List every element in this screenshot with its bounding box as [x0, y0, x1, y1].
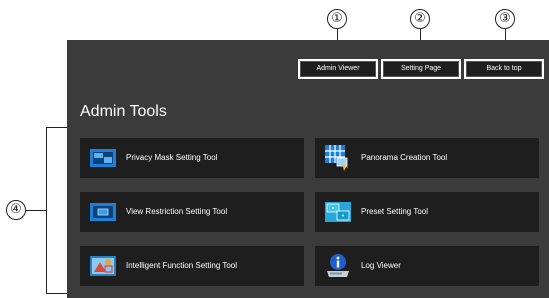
callout-2: ②: [410, 9, 430, 29]
panorama-creation-tool-button[interactable]: Panorama Creation Tool: [315, 138, 539, 178]
privacy-mask-setting-tool-button[interactable]: Privacy Mask Setting Tool: [80, 138, 304, 178]
tool-label: Intelligent Function Setting Tool: [126, 261, 238, 270]
tool-label: Log Viewer: [361, 261, 401, 270]
callout-3: ③: [495, 9, 515, 29]
view-restriction-icon: [90, 203, 116, 221]
intelligent-function-setting-tool-button[interactable]: Intelligent Function Setting Tool: [80, 246, 304, 286]
tool-label: Panorama Creation Tool: [361, 153, 448, 162]
intelligent-function-icon: [90, 256, 116, 276]
setting-page-button[interactable]: Setting Page: [381, 59, 461, 79]
preset-setting-tool-button[interactable]: Preset Setting Tool: [315, 192, 539, 232]
back-to-top-button[interactable]: Back to top: [464, 59, 544, 79]
admin-viewer-button[interactable]: Admin Viewer: [298, 59, 378, 79]
panorama-grid-icon: [325, 145, 349, 171]
log-viewer-icon: [327, 254, 349, 277]
privacy-mask-icon: [90, 149, 116, 167]
tool-label: View Restriction Setting Tool: [126, 207, 228, 216]
callout-1: ①: [327, 9, 347, 29]
page-title: Admin Tools: [80, 103, 167, 120]
callout-4: ④: [6, 200, 26, 220]
bracket-vertical: [46, 127, 47, 294]
preset-icon: [325, 202, 351, 222]
view-restriction-setting-tool-button[interactable]: View Restriction Setting Tool: [80, 192, 304, 232]
tool-label: Preset Setting Tool: [361, 207, 429, 216]
callout-4-leader: [26, 210, 47, 211]
log-viewer-button[interactable]: Log Viewer: [315, 246, 539, 286]
tool-label: Privacy Mask Setting Tool: [126, 153, 218, 162]
